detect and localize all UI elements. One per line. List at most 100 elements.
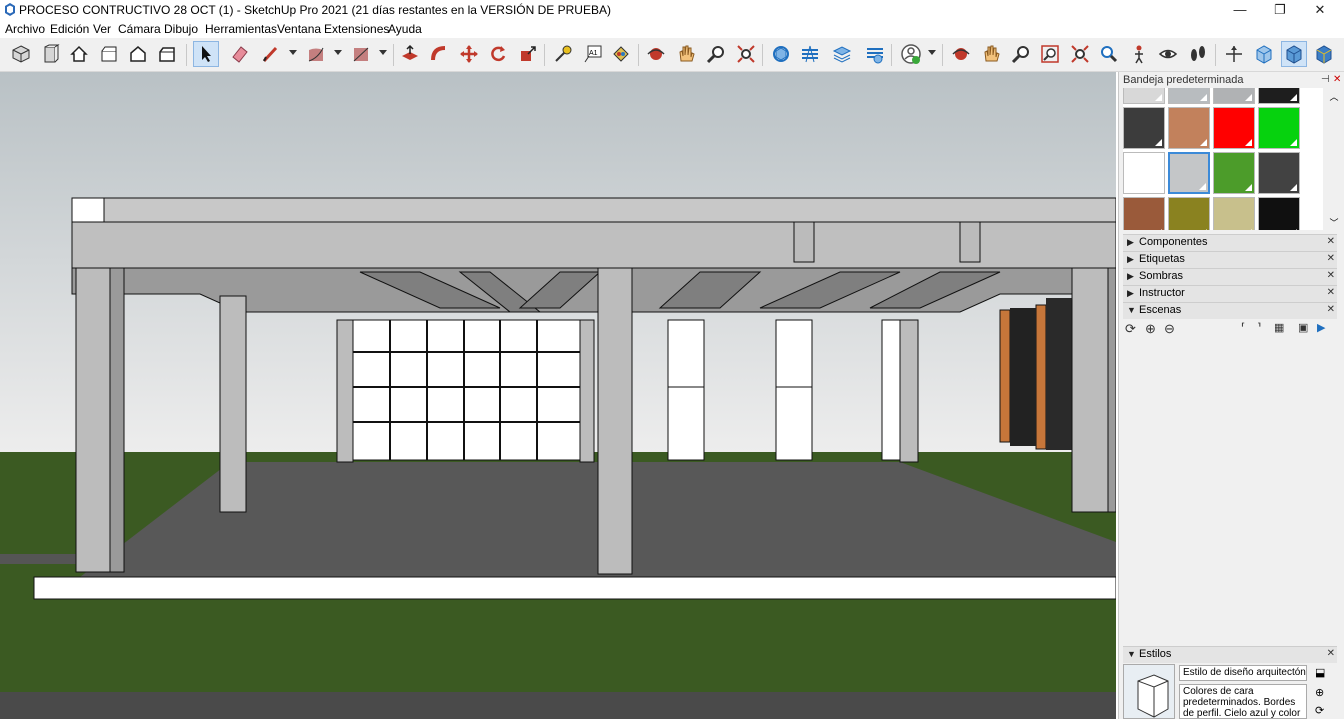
solid-tools-icon[interactable] xyxy=(768,41,794,67)
material-swatch-selected[interactable] xyxy=(1168,152,1210,194)
tray-close-button[interactable]: ✕ xyxy=(1333,74,1341,85)
pan-icon[interactable] xyxy=(673,41,699,67)
minimize-button[interactable]: — xyxy=(1220,0,1260,20)
menu-camara[interactable]: Cámara xyxy=(118,22,161,36)
material-swatch[interactable] xyxy=(1168,88,1210,104)
tape-measure-icon[interactable] xyxy=(550,41,576,67)
side-view-icon[interactable] xyxy=(154,41,180,67)
rectangle-icon[interactable] xyxy=(348,41,374,67)
arc-icon[interactable] xyxy=(303,41,329,67)
position-camera-icon[interactable] xyxy=(1126,41,1152,67)
remove-scene-icon[interactable]: ⊖ xyxy=(1164,321,1175,337)
style-thumbnail[interactable] xyxy=(1123,664,1175,719)
add-scene-icon[interactable]: ⊕ xyxy=(1145,321,1156,337)
material-swatch[interactable] xyxy=(1213,197,1255,230)
back-view-icon[interactable] xyxy=(125,41,151,67)
zoom-window-icon[interactable] xyxy=(1037,41,1063,67)
scroll-up-icon[interactable]: ︿ xyxy=(1329,90,1339,102)
select-icon[interactable] xyxy=(193,41,219,67)
material-swatch[interactable] xyxy=(1213,152,1255,194)
shape-dropdown-caret[interactable] xyxy=(379,50,387,55)
panel-close-icon[interactable]: ✕ xyxy=(1327,304,1335,315)
material-swatch[interactable] xyxy=(1123,152,1165,194)
menu-ventana[interactable]: Ventana xyxy=(277,22,321,36)
refresh-icon[interactable]: ⟳ xyxy=(1125,321,1136,337)
scale-icon[interactable] xyxy=(515,41,541,67)
scroll-down-icon[interactable]: ﹀ xyxy=(1329,216,1339,228)
axes-icon[interactable] xyxy=(1221,41,1247,67)
text-label-icon[interactable]: A1 xyxy=(580,41,606,67)
zoom-extents-2-icon[interactable] xyxy=(1067,41,1093,67)
paint-bucket-icon[interactable] xyxy=(608,41,634,67)
style-description[interactable]: Colores de cara predeterminados. Bordes … xyxy=(1179,684,1307,719)
walk-icon[interactable] xyxy=(1185,41,1211,67)
details-icon[interactable]: ▣ xyxy=(1298,321,1308,334)
layers-icon[interactable] xyxy=(829,41,855,67)
textured-icon[interactable] xyxy=(1311,41,1337,67)
follow-me-icon[interactable] xyxy=(426,41,452,67)
rotate-icon[interactable] xyxy=(485,41,511,67)
view-options-icon[interactable]: ▦ xyxy=(1274,321,1284,334)
tray-pin-button[interactable]: ⊣ xyxy=(1321,74,1330,85)
create-style-icon[interactable]: ⊕ xyxy=(1315,686,1324,699)
zoom-extents-icon[interactable] xyxy=(733,41,759,67)
top-view-icon[interactable] xyxy=(96,41,122,67)
push-pull-icon[interactable] xyxy=(397,41,423,67)
section-plane-icon[interactable] xyxy=(797,41,823,67)
zoom-icon[interactable] xyxy=(703,41,729,67)
close-button[interactable]: ✕ xyxy=(1300,0,1340,20)
material-swatch[interactable] xyxy=(1213,88,1255,104)
home-view-icon[interactable] xyxy=(66,41,92,67)
pan-2-icon[interactable] xyxy=(978,41,1004,67)
panel-close-icon[interactable]: ✕ xyxy=(1327,287,1335,298)
material-swatch[interactable] xyxy=(1258,107,1300,149)
expand-icon[interactable]: ▶ xyxy=(1317,321,1325,334)
xray-icon[interactable] xyxy=(1251,41,1277,67)
orbit-2-icon[interactable] xyxy=(948,41,974,67)
material-swatch[interactable] xyxy=(1168,107,1210,149)
material-swatch[interactable] xyxy=(1123,197,1165,230)
pencil-line-icon[interactable] xyxy=(258,41,284,67)
maximize-button[interactable]: ❐ xyxy=(1260,0,1300,20)
swatch-scrollbar[interactable]: ︿ ﹀ xyxy=(1327,88,1341,230)
eraser-icon[interactable] xyxy=(227,41,253,67)
panel-close-icon[interactable]: ✕ xyxy=(1327,648,1335,659)
material-swatch[interactable] xyxy=(1258,88,1300,104)
profile-dropdown-caret[interactable] xyxy=(928,50,936,55)
panel-escenas[interactable]: ▼ Escenas ✕ xyxy=(1123,302,1337,319)
orbit-icon[interactable] xyxy=(643,41,669,67)
refresh-style-icon[interactable]: ⟳ xyxy=(1315,704,1324,717)
move-icon[interactable] xyxy=(456,41,482,67)
panel-sombras[interactable]: ▶ Sombras ✕ xyxy=(1123,268,1337,285)
move-down-icon[interactable]: ⸣ xyxy=(1257,321,1261,334)
menu-extensiones[interactable]: Extensiones xyxy=(324,22,389,36)
panel-etiquetas[interactable]: ▶ Etiquetas ✕ xyxy=(1123,251,1337,268)
menu-edicion[interactable]: Edición xyxy=(50,22,89,36)
panel-close-icon[interactable]: ✕ xyxy=(1327,270,1335,281)
menu-herramientas[interactable]: Herramientas xyxy=(205,22,277,36)
style-name-field[interactable]: Estilo de diseño arquitectónico xyxy=(1179,665,1307,681)
material-swatch[interactable] xyxy=(1123,88,1165,104)
menu-ver[interactable]: Ver xyxy=(93,22,111,36)
material-swatch[interactable] xyxy=(1168,197,1210,230)
shaded-icon[interactable] xyxy=(1281,41,1307,67)
arc-dropdown-caret[interactable] xyxy=(334,50,342,55)
panel-estilos[interactable]: ▼ Estilos ✕ xyxy=(1123,646,1337,663)
material-swatch[interactable] xyxy=(1258,197,1300,230)
move-up-icon[interactable]: ⸢ xyxy=(1241,321,1245,334)
menu-ayuda[interactable]: Ayuda xyxy=(388,22,422,36)
look-around-icon[interactable] xyxy=(1155,41,1181,67)
panel-instructor[interactable]: ▶ Instructor ✕ xyxy=(1123,285,1337,302)
front-view-icon[interactable] xyxy=(37,41,63,67)
panel-close-icon[interactable]: ✕ xyxy=(1327,253,1335,264)
line-dropdown-caret[interactable] xyxy=(289,50,297,55)
panel-close-icon[interactable]: ✕ xyxy=(1327,236,1335,247)
modeling-viewport[interactable] xyxy=(0,72,1116,719)
profile-user-icon[interactable] xyxy=(898,41,924,67)
material-swatch[interactable] xyxy=(1258,152,1300,194)
menu-dibujo[interactable]: Dibujo xyxy=(164,22,198,36)
previous-view-icon[interactable] xyxy=(1096,41,1122,67)
menu-archivo[interactable]: Archivo xyxy=(5,22,45,36)
panel-componentes[interactable]: ▶ Componentes ✕ xyxy=(1123,234,1337,251)
zoom-2-icon[interactable] xyxy=(1008,41,1034,67)
